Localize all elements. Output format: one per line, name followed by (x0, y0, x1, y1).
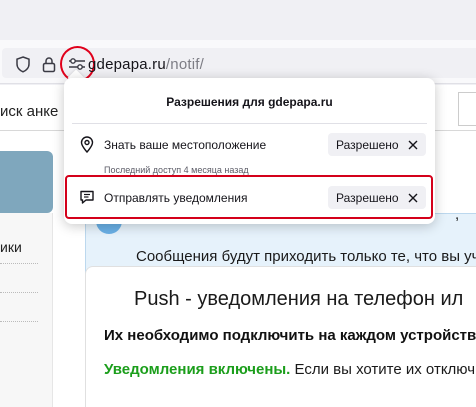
sidebar-divider (0, 292, 38, 293)
notification-row-highlight (65, 175, 433, 219)
url-text[interactable]: gdepapa.ru/notif/ (88, 56, 204, 73)
lock-icon[interactable] (40, 55, 58, 73)
popup-title: Разрешения для gdepapa.ru (166, 95, 333, 109)
sidebar-divider (0, 263, 38, 264)
close-icon[interactable] (408, 140, 418, 150)
left-panel-header (0, 151, 53, 213)
push-title: Push - уведомления на телефон ил (134, 288, 464, 310)
header-right-box[interactable] (458, 92, 476, 126)
location-badge-label: Разрешено (336, 137, 399, 152)
location-last-access: Последний доступ 4 месяца назад (104, 165, 249, 175)
shield-icon[interactable] (14, 55, 32, 73)
location-permission-badge: Разрешено (328, 133, 426, 156)
push-status: Уведомления включены. Если вы хотите их … (104, 361, 475, 378)
location-icon (78, 135, 96, 153)
tab-strip (0, 0, 476, 40)
header-search-text: иск анке (0, 103, 59, 120)
location-permission-label: Знать ваше местоположение (104, 138, 267, 152)
push-status-rest: Если вы хотите их отключ (290, 361, 476, 378)
push-instruction: Их необходимо подключить на каждом устро… (104, 327, 476, 344)
info-text-line1: , (455, 206, 460, 223)
push-status-enabled: Уведомления включены. (104, 361, 291, 378)
url-path: /notif/ (165, 56, 204, 73)
popup-divider (72, 123, 427, 124)
sidebar-item-label[interactable]: ики (0, 239, 22, 255)
sidebar-divider (0, 321, 38, 322)
info-text-line2: Сообщения будут приходить только те, что… (136, 248, 476, 265)
url-host: gdepapa.ru (88, 56, 166, 73)
